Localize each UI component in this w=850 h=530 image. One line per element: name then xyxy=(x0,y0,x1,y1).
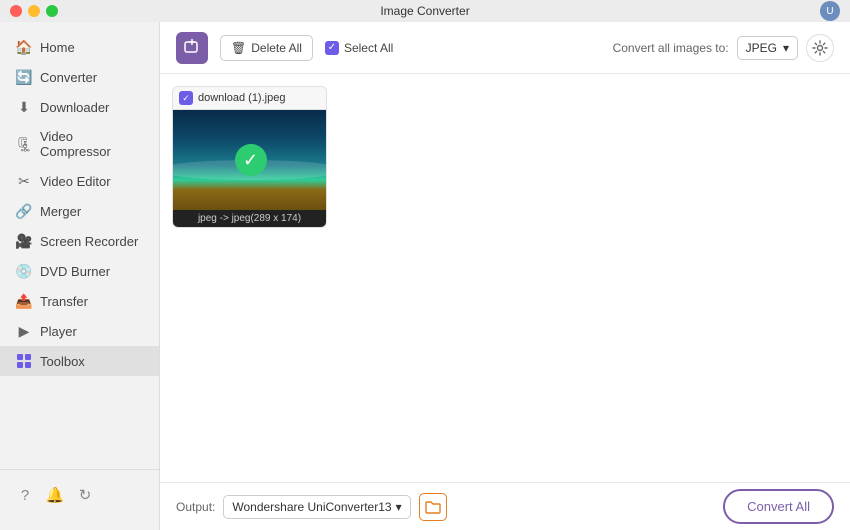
checkbox-checked-icon: ✓ xyxy=(325,41,339,55)
sidebar-label-home: Home xyxy=(40,40,75,55)
title-bar-right: U xyxy=(820,1,840,21)
sidebar-item-transfer[interactable]: 📤 Transfer xyxy=(0,286,159,316)
file-info: jpeg -> jpeg(289 x 174) xyxy=(173,210,326,227)
sidebar-item-screen-recorder[interactable]: 🎥 Screen Recorder xyxy=(0,226,159,256)
transfer-icon: 📤 xyxy=(16,293,32,309)
sidebar-bottom: ? 🔔 ↻ xyxy=(0,469,159,520)
content-area: 🗑 Delete All ✓ Select All Convert all im… xyxy=(160,22,850,530)
file-thumbnail: ✓ xyxy=(173,110,327,210)
output-path-select[interactable]: Wondershare UniConverter13 ▾ xyxy=(223,495,410,519)
sidebar-item-downloader[interactable]: ⬇ Downloader xyxy=(0,92,159,122)
toolbar-right: Convert all images to: JPEG ▾ xyxy=(613,34,834,62)
main-container: 🏠 Home 🔄 Converter ⬇ Downloader 🗜 Video … xyxy=(0,22,850,530)
sidebar-label-downloader: Downloader xyxy=(40,100,109,115)
window-title: Image Converter xyxy=(380,4,469,18)
title-bar: Image Converter U xyxy=(0,0,850,22)
delete-all-button[interactable]: 🗑 Delete All xyxy=(220,35,313,61)
sidebar-item-video-editor[interactable]: ✂ Video Editor xyxy=(0,166,159,196)
sidebar-label-screen-recorder: Screen Recorder xyxy=(40,234,138,249)
sidebar-label-transfer: Transfer xyxy=(40,294,88,309)
close-button[interactable] xyxy=(10,5,22,17)
file-name: download (1).jpeg xyxy=(198,92,285,104)
file-card-header: ✓ download (1).jpeg xyxy=(173,87,326,110)
screen-recorder-icon: 🎥 xyxy=(16,233,32,249)
add-files-button[interactable] xyxy=(176,32,208,64)
sidebar-item-home[interactable]: 🏠 Home xyxy=(0,32,159,62)
sidebar-item-dvd-burner[interactable]: 💿 DVD Burner xyxy=(0,256,159,286)
minimize-button[interactable] xyxy=(28,5,40,17)
dropdown-arrow-icon: ▾ xyxy=(396,500,402,514)
format-select-dropdown[interactable]: JPEG ▾ xyxy=(737,36,798,60)
converter-icon: 🔄 xyxy=(16,69,32,85)
sidebar-label-video-editor: Video Editor xyxy=(40,174,111,189)
sidebar-item-converter[interactable]: 🔄 Converter xyxy=(0,62,159,92)
select-all-checkbox[interactable]: ✓ Select All xyxy=(325,41,393,55)
convert-label: Convert all images to: xyxy=(613,41,729,55)
file-grid: ✓ download (1).jpeg ✓ jpeg -> jpeg(289 x… xyxy=(160,74,850,482)
traffic-lights xyxy=(10,5,58,17)
toolbox-icon xyxy=(16,353,32,369)
output-label: Output: xyxy=(176,500,215,514)
delete-icon: 🗑 xyxy=(231,41,246,55)
dvd-burner-icon: 💿 xyxy=(16,263,32,279)
chevron-down-icon: ▾ xyxy=(783,41,789,55)
user-avatar[interactable]: U xyxy=(820,1,840,21)
home-icon: 🏠 xyxy=(16,39,32,55)
notifications-icon[interactable]: 🔔 xyxy=(46,486,64,504)
output-path-value: Wondershare UniConverter13 xyxy=(232,500,391,514)
content-footer: Output: Wondershare UniConverter13 ▾ Con… xyxy=(160,482,850,530)
sidebar-item-merger[interactable]: 🔗 Merger xyxy=(0,196,159,226)
player-icon: ▶ xyxy=(16,323,32,339)
thumbnail-check-icon: ✓ xyxy=(235,144,267,176)
help-icon[interactable]: ? xyxy=(16,486,34,504)
sidebar-label-video-compressor: Video Compressor xyxy=(40,129,143,159)
sidebar-item-video-compressor[interactable]: 🗜 Video Compressor xyxy=(0,122,159,166)
file-checkbox-icon[interactable]: ✓ xyxy=(179,91,193,105)
sidebar-label-converter: Converter xyxy=(40,70,97,85)
content-toolbar: 🗑 Delete All ✓ Select All Convert all im… xyxy=(160,22,850,74)
downloader-icon: ⬇ xyxy=(16,99,32,115)
settings-button[interactable] xyxy=(806,34,834,62)
video-editor-icon: ✂ xyxy=(16,173,32,189)
format-selected-value: JPEG xyxy=(746,41,777,55)
sidebar: 🏠 Home 🔄 Converter ⬇ Downloader 🗜 Video … xyxy=(0,22,160,530)
delete-all-label: Delete All xyxy=(251,41,302,55)
open-folder-button[interactable] xyxy=(419,493,447,521)
maximize-button[interactable] xyxy=(46,5,58,17)
sidebar-item-player[interactable]: ▶ Player xyxy=(0,316,159,346)
sidebar-label-merger: Merger xyxy=(40,204,81,219)
sidebar-label-dvd-burner: DVD Burner xyxy=(40,264,110,279)
select-all-label: Select All xyxy=(344,41,393,55)
sidebar-label-toolbox: Toolbox xyxy=(40,354,85,369)
refresh-icon[interactable]: ↻ xyxy=(76,486,94,504)
file-card[interactable]: ✓ download (1).jpeg ✓ jpeg -> jpeg(289 x… xyxy=(172,86,327,228)
bottom-icons: ? 🔔 ↻ xyxy=(0,480,159,510)
sidebar-label-player: Player xyxy=(40,324,77,339)
sidebar-item-toolbox[interactable]: Toolbox xyxy=(0,346,159,376)
video-compressor-icon: 🗜 xyxy=(16,136,32,152)
convert-all-button[interactable]: Convert All xyxy=(723,489,834,524)
merger-icon: 🔗 xyxy=(16,203,32,219)
